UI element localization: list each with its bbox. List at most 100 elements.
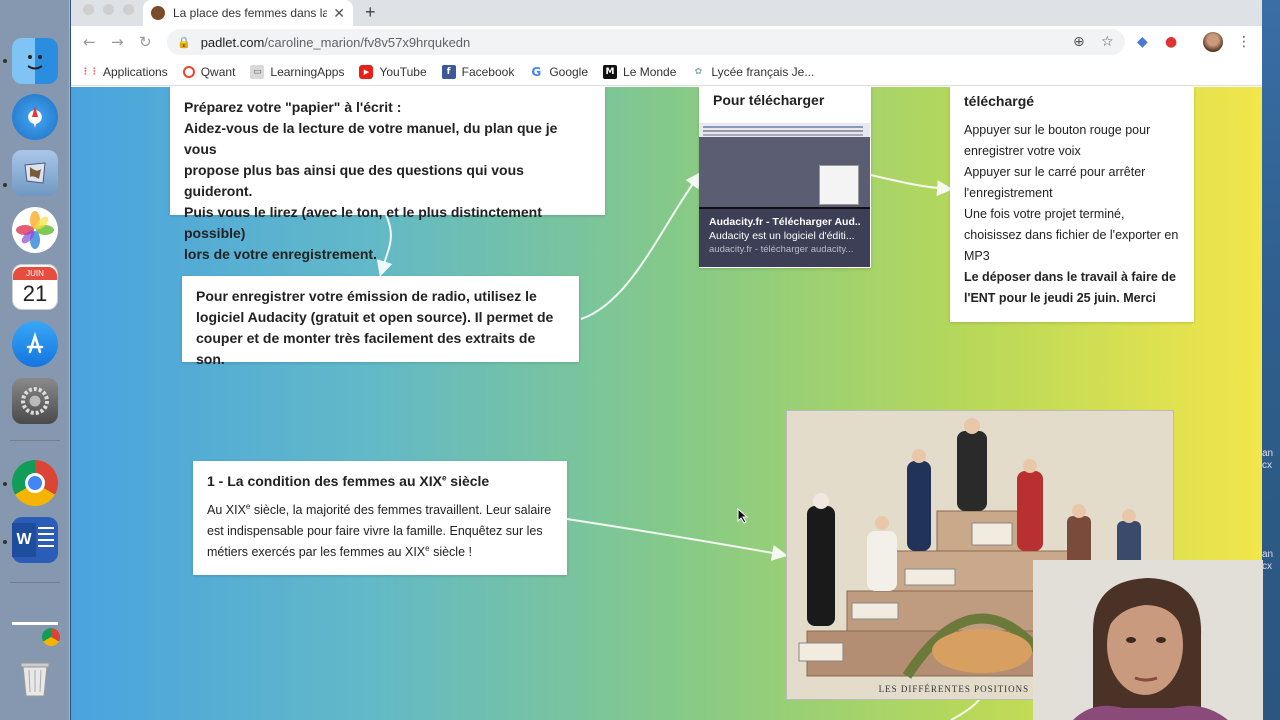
chrome-icon[interactable]: [12, 460, 58, 506]
desktop-file-label[interactable]: an cx: [1262, 448, 1273, 472]
tab-close-icon[interactable]: ✕: [333, 5, 345, 22]
calendar-day: 21: [22, 280, 48, 306]
zoom-window-button[interactable]: [123, 4, 134, 15]
finder-icon[interactable]: [12, 38, 58, 84]
desktop-wallpaper: [1262, 0, 1280, 720]
calendar-icon[interactable]: JUIN 21: [12, 264, 58, 310]
link-preview-image[interactable]: [699, 123, 870, 209]
bookmark-facebook[interactable]: f Facebook: [441, 64, 514, 79]
bookmark-qwant[interactable]: Qwant: [182, 65, 235, 79]
dock-separator: [10, 582, 60, 583]
url-path: /caroline_marion/fv8v57x9hrqukedn: [264, 34, 471, 50]
menu-kebab-icon[interactable]: ⋮: [1237, 34, 1251, 50]
bookmark-lycee-francais[interactable]: ✿ Lycée français Je...: [691, 65, 815, 79]
running-indicator: [3, 183, 7, 187]
padlet-favicon-icon: [151, 6, 165, 20]
tab-active[interactable]: La place des femmes dans la s ✕: [143, 0, 353, 26]
card-audacity[interactable]: Pour enregistrer votre émission de radio…: [182, 276, 579, 367]
trash-icon[interactable]: [12, 655, 58, 701]
url-host: padlet.com: [200, 34, 265, 50]
google-icon: G: [531, 64, 542, 79]
bookmark-youtube[interactable]: ▶ YouTube: [359, 64, 427, 79]
card-instructions-line: enregistrer votre voix: [964, 144, 1081, 158]
close-window-button[interactable]: [83, 4, 94, 15]
card-instructions-line: choisissez dans fichier de l'exporter en: [964, 228, 1179, 242]
card-instructions-line: MP3: [964, 249, 990, 263]
card-condition-title: 1 - La condition des femmes au XIXe sièc…: [207, 473, 490, 489]
card-prepare-line: propose plus bas ainsi que des questions…: [184, 162, 524, 199]
calendar-month: JUIN: [13, 266, 57, 280]
extension-record-icon[interactable]: ●: [1165, 34, 1177, 50]
facebook-icon: f: [441, 64, 456, 79]
forward-icon[interactable]: →: [111, 33, 124, 51]
learningapps-icon: ▭: [250, 64, 265, 79]
dock: JUIN 21 W: [0, 0, 70, 720]
bookmark-star-icon[interactable]: ☆: [1101, 34, 1114, 50]
lemonde-icon: M: [603, 64, 618, 79]
webcam-overlay: [1033, 560, 1263, 720]
card-instructions-deadline: l'ENT pour le jeudi 25 juin. Merci: [964, 291, 1156, 305]
running-indicator: [3, 540, 7, 544]
link-url: audacity.fr - télécharger audacity...: [709, 244, 854, 255]
chrome-window: La place des femmes dans la s ✕ + ← → ↻ …: [71, 0, 1263, 720]
desktop-file-label[interactable]: an cx: [1262, 549, 1273, 573]
system-preferences-icon[interactable]: [12, 378, 58, 424]
word-icon[interactable]: W: [12, 517, 58, 563]
bookmark-google[interactable]: G Google: [529, 65, 588, 79]
card-condition-line: est indispensable pour faire vivre la fa…: [207, 524, 543, 538]
card-condition-line: métiers exercés par les femmes au XIXe s…: [207, 543, 472, 559]
card-instructions-line: Une fois votre projet terminé,: [964, 207, 1125, 221]
card-instructions-line: Appuyer sur le carré pour arrêter: [964, 165, 1146, 179]
card-instructions-deadline: Le déposer dans le travail à faire de: [964, 270, 1176, 284]
bookmark-applications[interactable]: ⋮⋮ Applications: [81, 65, 168, 79]
mail-icon[interactable]: [12, 150, 58, 196]
apps-grid-icon: ⋮⋮: [81, 66, 99, 77]
bookmark-le-monde[interactable]: M Le Monde: [603, 64, 676, 79]
card-condition-femmes[interactable]: 1 - La condition des femmes au XIXe sièc…: [193, 461, 567, 575]
lycee-icon: ✿: [694, 66, 703, 77]
photos-icon[interactable]: [12, 207, 58, 253]
card-instructions-line: l'enregistrement: [964, 186, 1053, 200]
dock-separator: [10, 440, 60, 441]
minimize-window-button[interactable]: [103, 4, 114, 15]
address-bar[interactable]: 🔒 padlet.com/caroline_marion/fv8v57x9hrq…: [167, 29, 1125, 55]
card-prepare-line: Aidez-vous de la lecture de votre manuel…: [184, 120, 558, 157]
card-download-title: Pour télécharger: [713, 92, 825, 108]
downloads-stack-icon[interactable]: [12, 610, 60, 656]
app-store-icon[interactable]: [12, 321, 58, 367]
card-prepare-paper[interactable]: Préparez votre "papier" à l'écrit : Aide…: [170, 87, 605, 262]
card-condition-line: Au XIXe siècle, la majorité des femmes t…: [207, 501, 552, 517]
card-download[interactable]: Pour télécharger Audacity.fr - Télécharg…: [699, 87, 871, 268]
tab-title: La place des femmes dans la s: [173, 6, 328, 20]
add-page-icon[interactable]: ⊕: [1073, 34, 1085, 50]
reload-icon[interactable]: ↻: [139, 33, 152, 51]
link-description: Audacity est un logiciel d'éditi...: [709, 230, 855, 242]
safari-icon[interactable]: [12, 94, 58, 140]
card-prepare-line: lors de votre enregistrement.: [184, 246, 377, 262]
bookmark-learningapps[interactable]: ▭ LearningApps: [250, 64, 344, 79]
link-preview-info[interactable]: Audacity.fr - Télécharger Aud... Audacit…: [699, 209, 870, 267]
mouse-cursor-icon: [737, 508, 749, 524]
running-indicator: [3, 482, 7, 486]
presenter-video: [1033, 560, 1263, 720]
card-instructions-title: téléchargé: [964, 93, 1035, 109]
qwant-icon: [182, 65, 195, 78]
card-audacity-line: couper et de monter très facilement des …: [196, 330, 536, 367]
tab-strip: La place des femmes dans la s ✕ +: [71, 0, 1262, 26]
card-audacity-line: logiciel Audacity (gratuit et open sourc…: [196, 309, 554, 325]
extension-icon[interactable]: ◆: [1137, 34, 1148, 50]
profile-avatar[interactable]: [1203, 32, 1223, 52]
running-indicator: [3, 59, 7, 63]
link-title: Audacity.fr - Télécharger Aud...: [709, 216, 860, 228]
card-instructions[interactable]: téléchargé Appuyer sur le bouton rouge p…: [950, 87, 1194, 322]
bookmarks-bar: ⋮⋮ Applications Qwant ▭ LearningApps ▶ YouT…: [71, 58, 1262, 86]
youtube-icon: ▶: [359, 64, 374, 79]
card-prepare-line: Préparez votre "papier" à l'écrit :: [184, 99, 402, 115]
back-icon[interactable]: ←: [83, 33, 96, 51]
card-instructions-line: Appuyer sur le bouton rouge pour: [964, 123, 1151, 137]
toolbar: ← → ↻ 🔒 padlet.com/caroline_marion/fv8v5…: [71, 26, 1262, 58]
new-tab-button[interactable]: +: [365, 2, 376, 23]
card-prepare-line: Puis vous le lirez (avec le ton, et le p…: [184, 204, 542, 241]
card-audacity-line: Pour enregistrer votre émission de radio…: [196, 288, 537, 304]
lock-icon: 🔒: [177, 35, 191, 49]
